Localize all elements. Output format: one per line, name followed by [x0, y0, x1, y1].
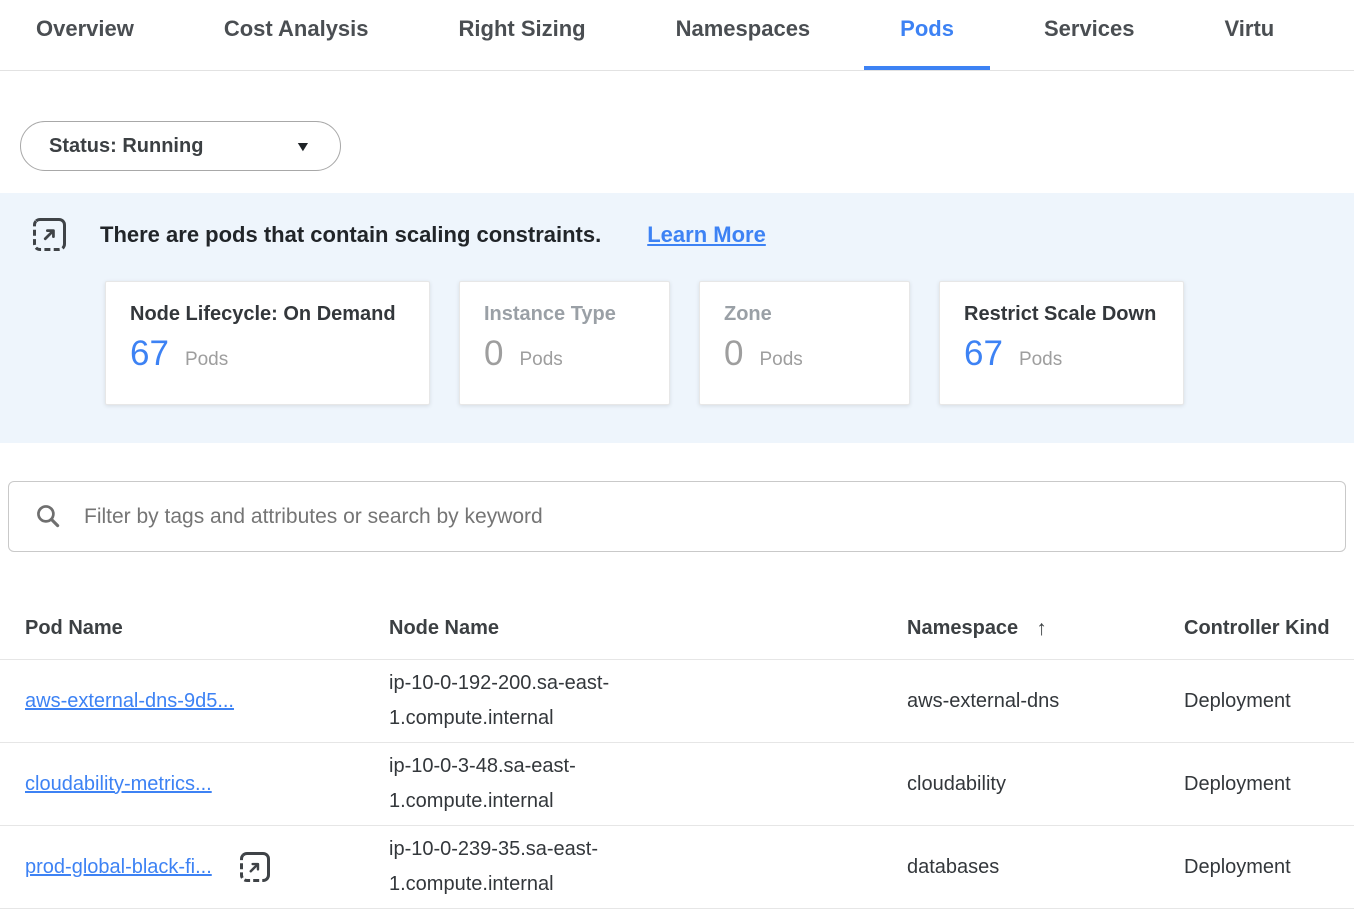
pod-name-link[interactable]: aws-external-dns-9d5...: [25, 690, 234, 713]
column-header-controller-kind[interactable]: Controller Kind: [1184, 617, 1354, 640]
tab-namespaces[interactable]: Namespaces: [640, 0, 847, 70]
card-value: 0: [724, 336, 743, 371]
tab-services[interactable]: Services: [1008, 0, 1171, 70]
column-header-namespace[interactable]: Namespace ↑: [907, 617, 1184, 641]
card-title: Zone: [724, 303, 885, 326]
tab-cost-analysis[interactable]: Cost Analysis: [188, 0, 405, 70]
search-bar: [8, 481, 1346, 552]
table-row: cloudability-metrics... ip-10-0-3-48.sa-…: [0, 743, 1354, 826]
banner-header: There are pods that contain scaling cons…: [33, 218, 1354, 251]
card-instance-type[interactable]: Instance Type 0 Pods: [459, 281, 670, 405]
card-unit: Pods: [1019, 349, 1062, 371]
card-unit: Pods: [519, 349, 562, 371]
card-title: Node Lifecycle: On Demand: [130, 303, 405, 326]
card-unit: Pods: [185, 349, 228, 371]
pod-name-link[interactable]: prod-global-black-fi...: [25, 856, 212, 879]
column-header-node-name[interactable]: Node Name: [389, 617, 907, 640]
status-filter-label: Status: Running: [49, 135, 203, 158]
tab-bar: Overview Cost Analysis Right Sizing Name…: [0, 0, 1354, 71]
tab-right-sizing[interactable]: Right Sizing: [423, 0, 622, 70]
tab-pods[interactable]: Pods: [864, 0, 990, 70]
node-name-cell: ip-10-0-3-48.sa-east-1.compute.internal: [389, 749, 631, 819]
node-name-cell: ip-10-0-239-35.sa-east-1.compute.interna…: [389, 832, 631, 902]
sort-ascending-icon: ↑: [1036, 617, 1047, 641]
card-value: 0: [484, 336, 503, 371]
learn-more-link[interactable]: Learn More: [647, 222, 766, 248]
constraint-cards: Node Lifecycle: On Demand 67 Pods Instan…: [105, 281, 1354, 405]
chevron-down-icon: ▼: [294, 138, 311, 154]
namespace-cell: databases: [907, 850, 1063, 885]
pod-name-link[interactable]: cloudability-metrics...: [25, 773, 212, 796]
table-row: prod-global-black-fi... ip-10-0-239-35.s…: [0, 826, 1354, 909]
card-restrict-scale-down[interactable]: Restrict Scale Down 67 Pods: [939, 281, 1184, 405]
search-icon: [35, 503, 62, 530]
scaling-constraint-icon: [33, 218, 66, 251]
card-title: Instance Type: [484, 303, 645, 326]
namespace-cell: aws-external-dns: [907, 684, 1063, 719]
namespace-cell: cloudability: [907, 767, 1063, 802]
card-value: 67: [130, 336, 169, 371]
controller-kind-cell: Deployment: [1184, 773, 1354, 796]
node-name-cell: ip-10-0-192-200.sa-east-1.compute.intern…: [389, 666, 631, 736]
controller-kind-cell: Deployment: [1184, 856, 1354, 879]
banner-message: There are pods that contain scaling cons…: [100, 222, 601, 248]
tab-overview[interactable]: Overview: [0, 0, 170, 70]
table-row: aws-external-dns-9d5... ip-10-0-192-200.…: [0, 660, 1354, 743]
column-header-pod-name[interactable]: Pod Name: [25, 617, 389, 640]
table-header-row: Pod Name Node Name Namespace ↑ Controlle…: [0, 598, 1354, 660]
card-value: 67: [964, 336, 1003, 371]
pods-table: Pod Name Node Name Namespace ↑ Controlle…: [0, 598, 1354, 909]
status-filter-dropdown[interactable]: Status: Running ▼: [20, 121, 341, 171]
card-unit: Pods: [759, 349, 802, 371]
tab-virtual[interactable]: Virtu: [1189, 0, 1311, 70]
filter-row: Status: Running ▼: [20, 121, 1354, 171]
scaling-constraints-banner: There are pods that contain scaling cons…: [0, 193, 1354, 443]
card-zone[interactable]: Zone 0 Pods: [699, 281, 910, 405]
card-title: Restrict Scale Down: [964, 303, 1159, 326]
card-node-lifecycle[interactable]: Node Lifecycle: On Demand 67 Pods: [105, 281, 430, 405]
search-input[interactable]: [82, 504, 1319, 530]
controller-kind-cell: Deployment: [1184, 690, 1354, 713]
scaling-constraint-icon: [240, 852, 270, 882]
